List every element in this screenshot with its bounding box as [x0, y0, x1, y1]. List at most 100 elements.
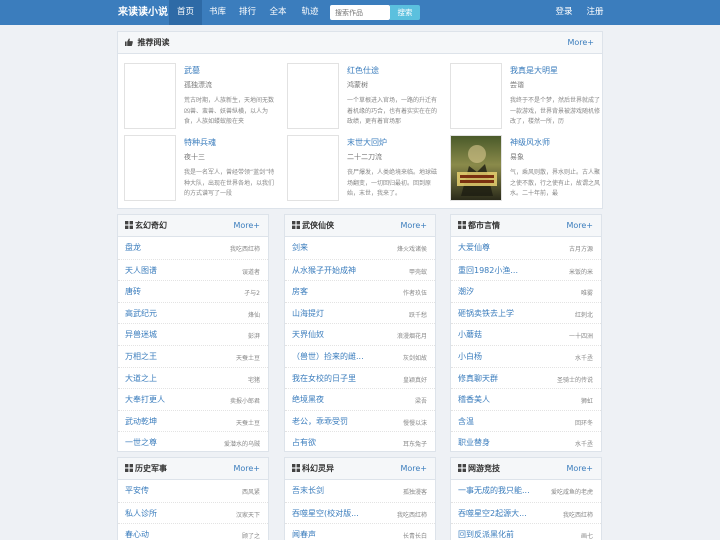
book-title[interactable]: 武墓: [184, 65, 200, 76]
book-list-row[interactable]: 天人图谱 误道者: [118, 258, 268, 281]
book-cover[interactable]: [124, 135, 176, 201]
book-name-link[interactable]: 异兽迷城: [125, 329, 157, 340]
book-list-row[interactable]: 小白杨 水千丞: [451, 345, 601, 367]
book-list-row[interactable]: 吾末长剑 孤独漫客: [285, 480, 435, 502]
book-list-row[interactable]: 闻春声 长青长白: [285, 523, 435, 540]
recommend-item[interactable]: 我真是大明星 尝谐 我终于不是个梦，然后世界就成了一款游戏，世界背景被游戏随机修…: [450, 63, 610, 129]
book-list-row[interactable]: 一世之尊 爱潜水的乌贼: [118, 431, 268, 451]
book-name-link[interactable]: 盘龙: [125, 242, 141, 253]
book-name-link[interactable]: 春心动: [125, 529, 149, 540]
book-name-link[interactable]: 修真聊天群: [458, 373, 498, 384]
book-list-row[interactable]: 异兽迷城 彭湃: [118, 323, 268, 345]
book-list-row[interactable]: 私人诊所 汉家天下: [118, 501, 268, 524]
book-name-link[interactable]: 高武纪元: [125, 308, 157, 319]
book-list-row[interactable]: 潮汐 唯雾: [451, 280, 601, 302]
book-cover-image[interactable]: [450, 135, 502, 201]
book-name-link[interactable]: 吞噬星空(校对版...: [292, 508, 359, 519]
book-list-row[interactable]: （兽世）捡来的雌... 灰剑如故: [285, 345, 435, 367]
book-list-row[interactable]: 砸锅卖铁去上学 红刺北: [451, 301, 601, 324]
book-name-link[interactable]: 闻春声: [292, 529, 316, 540]
recommend-item[interactable]: 武墓 孤独漂流 荒古时期，人族新生，天地间无数凶兽、蛮兽、妖兽纵横，以人为食，人…: [124, 63, 284, 129]
book-cover[interactable]: [287, 63, 339, 129]
book-name-link[interactable]: 我在女校的日子里: [292, 373, 356, 384]
book-cover[interactable]: [287, 135, 339, 201]
category-more-link[interactable]: More+: [566, 458, 593, 480]
book-name-link[interactable]: 天人图谱: [125, 265, 157, 276]
recommend-more-link[interactable]: More+: [567, 32, 594, 54]
book-list-row[interactable]: 一事无成的我只能... 爱吃咸鱼的老虎: [451, 480, 601, 502]
category-more-link[interactable]: More+: [233, 215, 260, 237]
search-button[interactable]: 搜索: [390, 5, 420, 20]
category-more-link[interactable]: More+: [566, 215, 593, 237]
book-name-link[interactable]: 稽香美人: [458, 394, 490, 405]
book-list-row[interactable]: 万相之王 天蚕土豆: [118, 345, 268, 367]
book-list-row[interactable]: 老公，乖乖受罚 慢慢以沫: [285, 409, 435, 432]
book-name-link[interactable]: 万相之王: [125, 351, 157, 362]
book-list-row[interactable]: 职业替身 水千丞: [451, 431, 601, 451]
book-name-link[interactable]: 占有欲: [292, 437, 316, 448]
book-name-link[interactable]: 大奉打更人: [125, 394, 165, 405]
book-name-link[interactable]: 小白杨: [458, 351, 482, 362]
book-name-link[interactable]: 重回1982小渔...: [458, 265, 518, 276]
book-list-row[interactable]: 大爱仙尊 古月方源: [451, 237, 601, 259]
book-name-link[interactable]: 天界仙奴: [292, 329, 324, 340]
book-list-row[interactable]: 房客 作者玖伍: [285, 280, 435, 302]
book-name-link[interactable]: 一世之尊: [125, 437, 157, 448]
book-list-row[interactable]: 平安传 西风紧: [118, 480, 268, 502]
nav-ranking[interactable]: 排行: [233, 0, 262, 25]
book-name-link[interactable]: 武动乾坤: [125, 416, 157, 427]
nav-completed[interactable]: 全本: [262, 0, 294, 25]
book-name-link[interactable]: 唐砖: [125, 286, 141, 297]
book-list-row[interactable]: 山海提灯 跃千愁: [285, 301, 435, 324]
book-name-link[interactable]: 一事无成的我只能...: [458, 485, 530, 496]
book-name-link[interactable]: 绝境黑夜: [292, 394, 324, 405]
book-list-row[interactable]: 唐砖 孑与2: [118, 280, 268, 302]
book-list-row[interactable]: 占有欲 耳东兔子: [285, 431, 435, 451]
nav-home[interactable]: 首页: [169, 0, 202, 25]
book-list-row[interactable]: 重回1982小渔... 米饭的米: [451, 258, 601, 281]
category-more-link[interactable]: More+: [400, 215, 427, 237]
book-list-row[interactable]: 武动乾坤 天蚕土豆: [118, 409, 268, 432]
book-title[interactable]: 末世大回炉: [347, 137, 387, 148]
recommend-item[interactable]: 末世大回炉 二十二刀流 丧尸爆发，人类绝境来临。地球磁场翻变，一切回归最初。回到…: [287, 135, 447, 201]
book-list-row[interactable]: 修真聊天群 圣骑士的传说: [451, 366, 601, 389]
book-list-row[interactable]: 高武纪元 烽仙: [118, 301, 268, 324]
book-list-row[interactable]: 绝境黑夜 梁吾: [285, 388, 435, 410]
book-list-row[interactable]: 大奉打更人 卖报小郎君: [118, 388, 268, 410]
recommend-item[interactable]: 神级风水师 易象 气，乘风则散，界水则止。古人聚之使不散，行之使有止，故谓之风水…: [450, 135, 610, 201]
book-list-row[interactable]: 稽香美人 狮虹: [451, 388, 601, 410]
book-list-row[interactable]: 吞噬星空(校对版... 我吃西红柿: [285, 501, 435, 524]
book-name-link[interactable]: 含温: [458, 416, 474, 427]
book-name-link[interactable]: （兽世）捡来的雌...: [292, 351, 364, 362]
book-list-row[interactable]: 大道之上 宅猪: [118, 366, 268, 389]
login-link[interactable]: 登录: [549, 0, 579, 25]
book-name-link[interactable]: 大爱仙尊: [458, 242, 490, 253]
book-cover[interactable]: [450, 63, 502, 129]
book-list-row[interactable]: 天界仙奴 浪漫烟花月: [285, 323, 435, 345]
book-name-link[interactable]: 平安传: [125, 485, 149, 496]
book-list-row[interactable]: 剑来 烽火戏诸侯: [285, 237, 435, 259]
recommend-item[interactable]: 特种兵魂 夜十三 我是一名军人，曾经带领“蓝剑”特种大队，出现在世界各地，以我们…: [124, 135, 284, 201]
book-list-row[interactable]: 盘龙 我吃西红柿: [118, 237, 268, 259]
book-name-link[interactable]: 从水猴子开始成神: [292, 265, 356, 276]
nav-library[interactable]: 书库: [202, 0, 233, 25]
site-logo[interactable]: 来读读小说: [118, 0, 168, 25]
book-list-row[interactable]: 回到反派黑化前 画七: [451, 523, 601, 540]
category-more-link[interactable]: More+: [233, 458, 260, 480]
book-list-row[interactable]: 含温 回环冬: [451, 409, 601, 432]
book-name-link[interactable]: 吞噬星空2起源大...: [458, 508, 527, 519]
book-title[interactable]: 神级风水师: [510, 137, 550, 148]
nav-history[interactable]: 轨迹: [294, 0, 326, 25]
book-name-link[interactable]: 潮汐: [458, 286, 474, 297]
book-title[interactable]: 红色仕途: [347, 65, 379, 76]
book-name-link[interactable]: 山海提灯: [292, 308, 324, 319]
book-list-row[interactable]: 我在女校的日子里 皇颖真好: [285, 366, 435, 389]
book-name-link[interactable]: 剑来: [292, 242, 308, 253]
book-list-row[interactable]: 吞噬星空2起源大... 我吃西红柿: [451, 501, 601, 524]
book-title[interactable]: 我真是大明星: [510, 65, 558, 76]
category-more-link[interactable]: More+: [400, 458, 427, 480]
book-name-link[interactable]: 老公，乖乖受罚: [292, 416, 348, 427]
book-name-link[interactable]: 小蘑菇: [458, 329, 482, 340]
book-name-link[interactable]: 吾末长剑: [292, 485, 324, 496]
book-cover[interactable]: [124, 63, 176, 129]
